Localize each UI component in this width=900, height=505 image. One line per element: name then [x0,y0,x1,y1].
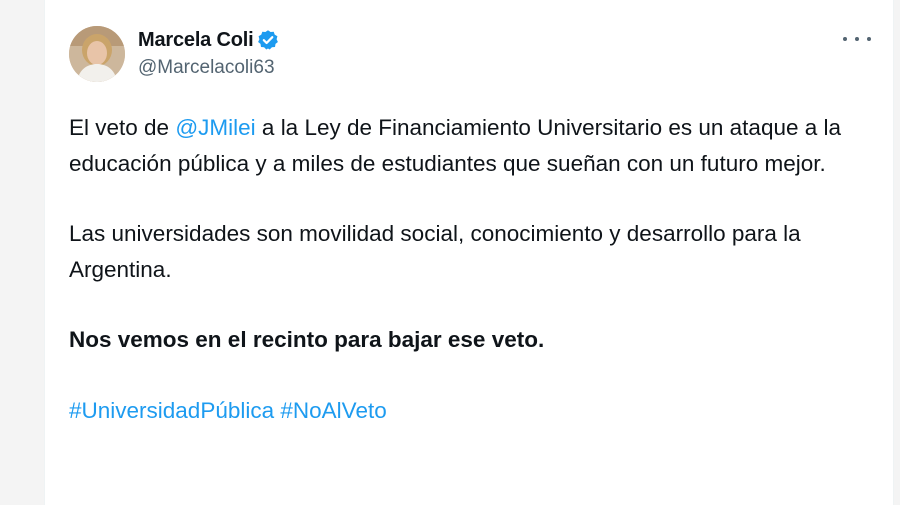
tweet-paragraph-3: Nos vemos en el recinto para bajar ese v… [69,327,545,352]
avatar-image [69,26,125,82]
tweet-paragraph-1: El veto de @JMilei a la Ley de Financiam… [69,110,869,181]
tweet-hashtags: #UniversidadPública #NoAlVeto [69,393,869,429]
dot [867,37,871,41]
dot [843,37,847,41]
user-handle[interactable]: @Marcelacoli63 [138,57,279,79]
user-info: Marcela Coli @Marcelacoli63 [138,27,279,79]
name-row: Marcela Coli [138,27,279,53]
hashtag-link[interactable]: #NoAlVeto [280,398,386,423]
hashtag-link[interactable]: #UniversidadPública [69,398,274,423]
tweet-card: Marcela Coli @Marcelacoli63 El veto de @… [44,0,894,505]
page: Marcela Coli @Marcelacoli63 El veto de @… [0,0,900,505]
display-name[interactable]: Marcela Coli [138,29,254,52]
dot [855,37,859,41]
more-options-icon[interactable] [843,32,871,46]
tweet-paragraph-2: Las universidades son movilidad social, … [69,221,801,282]
paragraph-text: El veto de [69,115,176,140]
avatar[interactable] [69,26,125,82]
tweet-text: El veto de @JMilei a la Ley de Financiam… [69,110,869,428]
mention-link[interactable]: @JMilei [175,115,255,140]
verified-badge-icon[interactable] [257,29,279,51]
